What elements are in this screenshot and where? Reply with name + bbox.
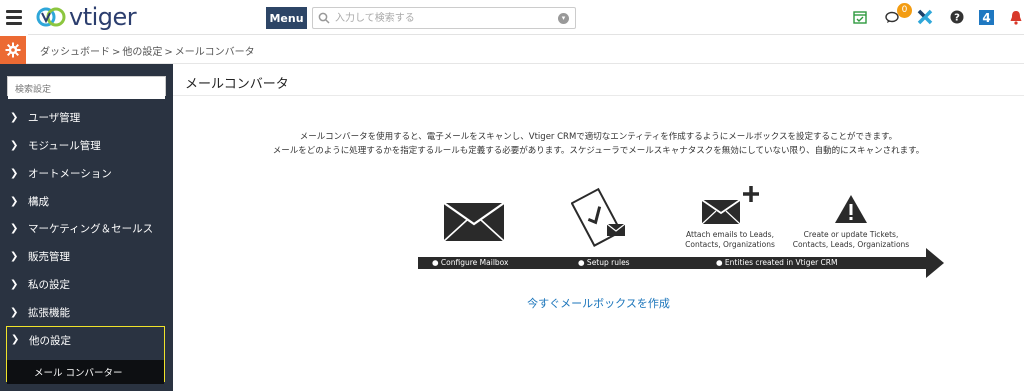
chevron-right-icon: ❯ [10, 306, 19, 318]
sidebar-item-automation[interactable]: ❯ オートメーション [0, 161, 173, 185]
svg-text:?: ? [954, 13, 960, 24]
chevron-right-icon: ❯ [10, 195, 19, 207]
sidebar-item-label: オートメーション [28, 167, 112, 180]
create-update-caption: Create or update Tickets, Contacts, Lead… [789, 230, 913, 250]
search-icon [318, 12, 330, 24]
vtiger-logo-icon [36, 7, 66, 27]
breadcrumb-other-settings[interactable]: 他の設定 [122, 47, 162, 58]
main-content: メールコンバータ メールコンバータを使用すると、電子メールをスキャンし、Vtig… [173, 64, 1024, 391]
sidebar-item-label: 拡張機能 [28, 306, 70, 319]
sidebar-item-label: マーケティング＆セールス [28, 222, 154, 235]
breadcrumb-dashboard[interactable]: ダッシュボード [40, 47, 110, 58]
sidebar-item-my-preferences[interactable]: ❯ 私の設定 [0, 272, 173, 296]
sidebar-item-extensions[interactable]: ❯ 拡張機能 [0, 300, 173, 324]
attach-caption-line-2: Contacts, Organizations [685, 240, 775, 249]
step-setup-rules: ● Setup rules [578, 258, 630, 267]
chevron-right-icon: ❯ [10, 278, 19, 290]
chevron-right-icon: ❯ [10, 250, 19, 262]
settings-sidebar: ❯ ユーザ管理 ❯ モジュール管理 ❯ オートメーション ❯ 構成 ❯ マーケテ… [0, 64, 173, 391]
page-title: メールコンバータ [185, 77, 289, 92]
description-line-1: メールコンバータを使用すると、電子メールをスキャンし、Vtiger CRMで適切… [299, 132, 898, 142]
vtiger-logo[interactable]: vtiger [36, 2, 137, 32]
sidebar-item-label: 販売管理 [28, 250, 70, 263]
description: メールコンバータを使用すると、電子メールをスキャンし、Vtiger CRMで適切… [173, 130, 1024, 158]
breadcrumb-mail-converter: メールコンバータ [174, 47, 255, 58]
notification-count-badge[interactable]: 0 [897, 3, 912, 18]
svg-text:4: 4 [982, 11, 990, 25]
hamburger-menu-icon[interactable] [0, 0, 28, 35]
calendar-check-icon[interactable] [852, 9, 868, 25]
global-search-box[interactable]: ▾ [312, 7, 576, 29]
logo-text: vtiger [69, 3, 137, 31]
chevron-down-icon[interactable]: ▾ [558, 13, 569, 24]
sidebar-item-user-management[interactable]: ❯ ユーザ管理 [0, 105, 173, 129]
title-divider [173, 95, 1024, 96]
sidebar-item-label: モジュール管理 [28, 139, 101, 152]
sidebar-item-inventory[interactable]: ❯ 販売管理 [0, 244, 173, 268]
sidebar-item-configuration[interactable]: ❯ 構成 [0, 189, 173, 213]
attach-caption-line-1: Attach emails to Leads, [686, 230, 774, 239]
chevron-right-icon: ❯ [10, 111, 19, 123]
create-mailbox-link[interactable]: 今すぐメールボックスを作成 [173, 295, 1024, 311]
sidebar-item-marketing-sales[interactable]: ❯ マーケティング＆セールス [0, 216, 173, 240]
create-caption-line-1: Create or update Tickets, [803, 230, 899, 239]
sidebar-item-module-management[interactable]: ❯ モジュール管理 [0, 133, 173, 157]
bell-icon[interactable] [1008, 9, 1024, 25]
workflow-illustration: Attach emails to Leads, Contacts, Organi… [418, 184, 944, 284]
x-app-icon[interactable] [917, 9, 933, 25]
warning-icon [835, 195, 867, 223]
description-line-2: メールをどのように処理するかを指定するルールも定義する必要があります。スケジュー… [272, 146, 925, 156]
settings-search-input[interactable] [8, 81, 165, 99]
sidebar-item-label: ユーザ管理 [28, 111, 81, 124]
breadcrumb: ダッシュボード > 他の設定 > メールコンバータ [40, 43, 255, 58]
help-icon[interactable]: ? [949, 9, 965, 25]
breadcrumb-bar: ダッシュボード > 他の設定 > メールコンバータ [0, 36, 1024, 64]
sidebar-subitem-mail-converter[interactable]: メール コンバーター [7, 360, 164, 384]
sidebar-item-label: 他の設定 [29, 335, 71, 347]
attach-caption: Attach emails to Leads, Contacts, Organi… [675, 230, 785, 250]
chevron-down-icon: ❯ [11, 334, 20, 345]
settings-search-box[interactable] [7, 76, 166, 99]
chevron-right-icon: ❯ [10, 167, 19, 179]
step-entities-created: ● Entities created in Vtiger CRM [716, 258, 838, 267]
rules-document-icon [571, 187, 626, 247]
envelope-plus-icon [701, 186, 759, 225]
top-navbar: vtiger Menu ▾ 0 ? 4 [0, 0, 1024, 35]
workflow-arrow-head [926, 248, 944, 278]
global-search-input[interactable] [335, 10, 555, 26]
menu-button[interactable]: Menu [266, 7, 307, 29]
breadcrumb-separator: > [164, 47, 173, 58]
create-caption-line-2: Contacts, Leads, Organizations [792, 240, 910, 249]
step-configure-mailbox: ● Configure Mailbox [432, 258, 509, 267]
settings-gear-icon[interactable] [0, 36, 26, 64]
sidebar-item-label: 私の設定 [28, 278, 70, 291]
four-app-icon[interactable]: 4 [978, 9, 994, 25]
envelope-icon [443, 202, 505, 242]
chevron-right-icon: ❯ [10, 222, 19, 234]
sidebar-item-label: 構成 [28, 195, 49, 208]
chevron-right-icon: ❯ [10, 139, 19, 151]
breadcrumb-separator: > [112, 47, 121, 58]
